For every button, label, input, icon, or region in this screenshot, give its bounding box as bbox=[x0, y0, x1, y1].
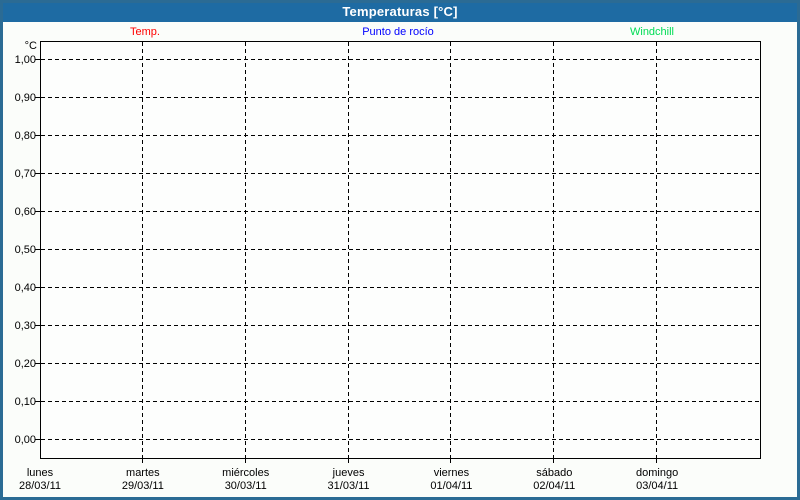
chart-plot-area bbox=[0, 0, 800, 500]
weather-chart-window: Temperaturas [°C] Temp.Punto de rocíoWin… bbox=[0, 0, 800, 500]
